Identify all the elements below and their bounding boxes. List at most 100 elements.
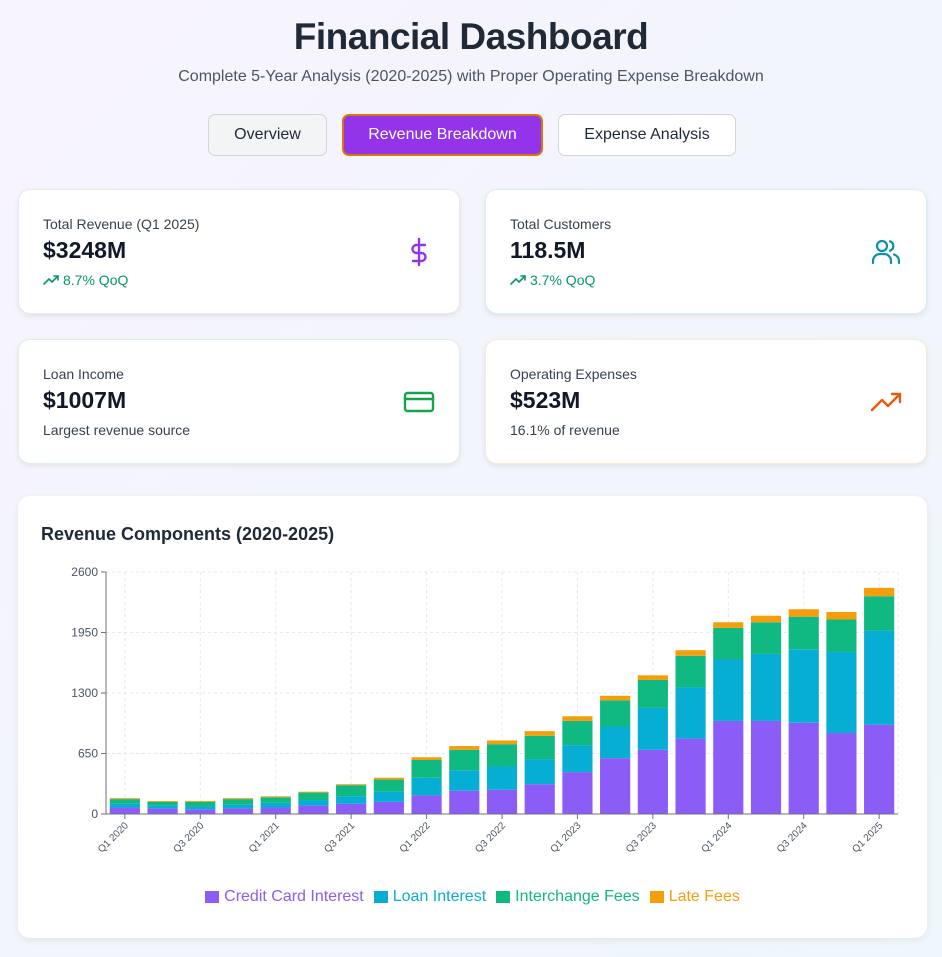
bar-segment	[260, 796, 291, 798]
bar-segment	[600, 700, 631, 727]
bar-segment	[411, 795, 442, 814]
bar-segment	[147, 808, 178, 814]
users-icon	[871, 239, 901, 265]
bar-segment	[524, 735, 555, 760]
bar-segment	[637, 707, 668, 750]
card-value: $523M	[510, 387, 581, 413]
revenue-components-chart: 0 650 1300 1950 2600 Q1 2020 Q3 2020 Q1 2021 Q3 …	[71, 565, 899, 855]
tab-overview[interactable]: Overview	[208, 114, 327, 156]
trend-up-icon	[510, 275, 526, 285]
bar-segment	[788, 649, 819, 723]
bar-segment	[185, 801, 216, 807]
bar-segment	[562, 745, 593, 773]
card-trend-text: 3.7% QoQ	[530, 272, 596, 288]
bar-segment	[411, 777, 442, 796]
bar-segment	[298, 805, 329, 814]
bar-segment	[222, 808, 254, 814]
bar-segment	[675, 687, 706, 739]
legend-item[interactable]: Loan Interest	[373, 888, 486, 906]
bar-segment	[373, 801, 404, 814]
bar-segment	[336, 803, 367, 814]
bar-segment	[713, 659, 744, 721]
chart-legend: Credit Card Interest Loan Interest Interch…	[18, 888, 927, 906]
bar-segment	[826, 733, 857, 814]
x-tick-label: Q3 2024	[775, 820, 810, 855]
bar-segment	[524, 731, 555, 736]
bar-segment	[373, 777, 404, 780]
bar-segment	[826, 619, 857, 653]
loan-income-card: Loan Income $1007M Largest revenue sourc…	[18, 339, 460, 464]
card-trend: 3.7% QoQ	[510, 272, 595, 288]
tab-bar: Overview Revenue Breakdown Expense Analy…	[0, 114, 942, 156]
bar-segment	[864, 630, 895, 725]
bar-segment	[109, 799, 140, 804]
bar-segment	[298, 791, 329, 793]
trend-up-icon	[43, 275, 59, 285]
bar-segment	[750, 622, 782, 654]
bar-segment	[336, 796, 367, 804]
legend-item[interactable]: Interchange Fees	[496, 888, 640, 906]
y-tick-label: 0	[91, 807, 98, 821]
x-tick-label: Q1 2021	[247, 820, 282, 855]
bar-segment	[147, 800, 178, 802]
bar-segment	[486, 744, 518, 767]
bar-segment	[373, 779, 404, 792]
bar-segment	[750, 653, 782, 721]
page-title: Financial Dashboard	[293, 16, 649, 57]
bar-segment	[562, 772, 593, 814]
legend-swatch	[373, 891, 388, 903]
bar-segment	[562, 716, 593, 721]
bar-segment	[675, 650, 706, 656]
bar-segment	[637, 679, 668, 708]
bar-segment	[637, 675, 668, 680]
tab-expense-analysis[interactable]: Expense Analysis	[558, 114, 736, 156]
tab-revenue-breakdown[interactable]: Revenue Breakdown	[342, 114, 543, 156]
total-revenue-card: Total Revenue (Q1 2025) $3248M 8.7% QoQ	[18, 189, 460, 314]
bar-segment	[185, 800, 216, 802]
card-trend: 8.7% QoQ	[43, 272, 128, 288]
bar-segment	[826, 652, 857, 734]
bar-segment	[713, 627, 744, 660]
x-tick-label: Q3 2020	[171, 820, 206, 855]
bar-segment	[222, 799, 254, 805]
bar-segment	[449, 790, 480, 814]
bar-segment	[562, 720, 593, 746]
x-tick-label: Q3 2021	[322, 820, 357, 855]
card-value: $3248M	[43, 237, 127, 263]
bar-segment	[486, 789, 518, 814]
x-tick-label: Q1 2023	[549, 820, 584, 855]
bar-segment	[864, 724, 895, 814]
card-value: 118.5M	[510, 237, 586, 263]
bar-segment	[713, 622, 744, 628]
legend-item[interactable]: Late Fees	[649, 888, 740, 906]
bar-segment	[336, 784, 367, 786]
bar-segment	[260, 802, 291, 808]
bar-segment	[864, 596, 895, 631]
bar-segment	[222, 804, 254, 809]
bar-segment	[222, 798, 254, 800]
bar-segment	[298, 792, 329, 801]
x-tick-label: Q3 2023	[624, 820, 659, 855]
x-tick-label: Q1 2024	[699, 820, 734, 855]
bar-segment	[788, 722, 819, 814]
card-subtext: 16.1% of revenue	[510, 422, 620, 438]
bar-segment	[864, 587, 895, 597]
x-tick-label: Q1 2022	[398, 820, 433, 855]
legend-item[interactable]: Credit Card Interest	[205, 888, 364, 906]
legend-swatch	[649, 891, 664, 903]
bar-segment	[147, 805, 178, 809]
bar-segment	[109, 798, 140, 800]
y-tick-label: 650	[78, 747, 98, 761]
revenue-components-chart-card: Revenue Components (2020-2025) 0 650 1300 1…	[18, 496, 927, 938]
legend-label: Late Fees	[668, 888, 740, 905]
bar-segment	[411, 760, 442, 778]
bar-segment	[524, 784, 555, 814]
bar-segment	[185, 806, 216, 810]
x-tick-label: Q1 2025	[850, 820, 885, 855]
bar-segment	[449, 746, 480, 750]
bar-segment	[411, 757, 442, 761]
bar-segment	[788, 616, 819, 650]
page-subtitle: Complete 5-Year Analysis (2020-2025) wit…	[178, 68, 764, 85]
bar-segment	[109, 807, 140, 814]
x-tick-label: Q3 2022	[473, 820, 508, 855]
